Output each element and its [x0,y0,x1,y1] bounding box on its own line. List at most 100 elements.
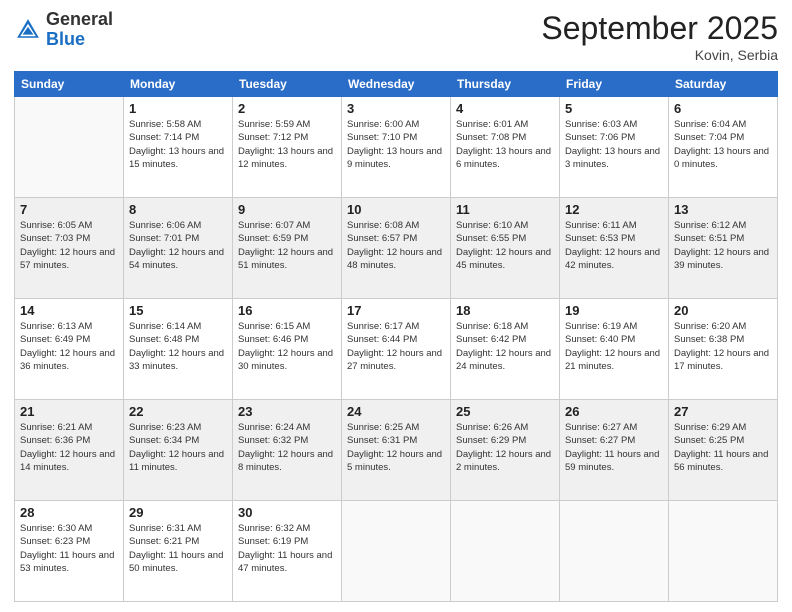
page: General Blue September 2025 Kovin, Serbi… [0,0,792,612]
calendar-cell [560,501,669,602]
calendar-cell [15,97,124,198]
calendar-cell: 23Sunrise: 6:24 AMSunset: 6:32 PMDayligh… [233,400,342,501]
day-info: Sunrise: 6:00 AMSunset: 7:10 PMDaylight:… [347,118,445,171]
logo: General Blue [14,10,113,50]
day-info: Sunrise: 6:15 AMSunset: 6:46 PMDaylight:… [238,320,336,373]
calendar-cell: 21 Sunrise: 6:21 AMSunset: 6:36 PMDayligh… [15,400,124,501]
calendar-week-row: 21 Sunrise: 6:21 AMSunset: 6:36 PMDayligh… [15,400,778,501]
day-info: Sunrise: 6:17 AMSunset: 6:44 PMDaylight:… [347,320,445,373]
calendar-cell: 1Sunrise: 5:58 AMSunset: 7:14 PMDaylight… [124,97,233,198]
header-sunday: Sunday [15,72,124,97]
header-thursday: Thursday [451,72,560,97]
day-info: Sunrise: 6:06 AMSunset: 7:01 PMDaylight:… [129,219,227,272]
day-info: Sunrise: 6:32 AMSunset: 6:19 PMDaylight:… [238,522,336,575]
day-info: Sunrise: 5:59 AMSunset: 7:12 PMDaylight:… [238,118,336,171]
calendar-week-row: 1Sunrise: 5:58 AMSunset: 7:14 PMDaylight… [15,97,778,198]
day-info: Sunrise: 6:12 AMSunset: 6:51 PMDaylight:… [674,219,772,272]
calendar-cell: 25 Sunrise: 6:26 AMSunset: 6:29 PMDayligh… [451,400,560,501]
calendar-cell: 30 Sunrise: 6:32 AMSunset: 6:19 PMDayligh… [233,501,342,602]
day-info: Sunrise: 6:14 AMSunset: 6:48 PMDaylight:… [129,320,227,373]
location-subtitle: Kovin, Serbia [541,47,778,63]
header: General Blue September 2025 Kovin, Serbi… [14,10,778,63]
calendar-week-row: 28Sunrise: 6:30 AMSunset: 6:23 PMDayligh… [15,501,778,602]
calendar-cell: 18 Sunrise: 6:18 AMSunset: 6:42 PMDayligh… [451,299,560,400]
calendar-cell: 11 Sunrise: 6:10 AMSunset: 6:55 PMDayligh… [451,198,560,299]
day-number: 4 [456,101,554,116]
calendar-cell: 22 Sunrise: 6:23 AMSunset: 6:34 PMDayligh… [124,400,233,501]
day-number: 13 [674,202,772,217]
day-number: 16 [238,303,336,318]
header-friday: Friday [560,72,669,97]
day-number: 17 [347,303,445,318]
day-number: 30 [238,505,336,520]
header-tuesday: Tuesday [233,72,342,97]
weekday-header-row: Sunday Monday Tuesday Wednesday Thursday… [15,72,778,97]
day-number: 26 [565,404,663,419]
calendar-table: Sunday Monday Tuesday Wednesday Thursday… [14,71,778,602]
logo-general-text: General [46,9,113,29]
calendar-cell [451,501,560,602]
day-number: 22 [129,404,227,419]
calendar-cell: 12 Sunrise: 6:11 AMSunset: 6:53 PMDayligh… [560,198,669,299]
month-title: September 2025 [541,10,778,47]
calendar-cell: 24 Sunrise: 6:25 AMSunset: 6:31 PMDayligh… [342,400,451,501]
calendar-cell: 19 Sunrise: 6:19 AMSunset: 6:40 PMDayligh… [560,299,669,400]
day-info: Sunrise: 6:20 AMSunset: 6:38 PMDaylight:… [674,320,772,373]
day-info: Sunrise: 6:24 AMSunset: 6:32 PMDaylight:… [238,421,336,474]
day-number: 21 [20,404,118,419]
day-info: Sunrise: 6:08 AMSunset: 6:57 PMDaylight:… [347,219,445,272]
day-number: 11 [456,202,554,217]
day-info: Sunrise: 6:18 AMSunset: 6:42 PMDaylight:… [456,320,554,373]
day-info: Sunrise: 6:23 AMSunset: 6:34 PMDaylight:… [129,421,227,474]
logo-icon [14,16,42,44]
calendar-cell: 3Sunrise: 6:00 AMSunset: 7:10 PMDaylight… [342,97,451,198]
title-block: September 2025 Kovin, Serbia [541,10,778,63]
logo-text: General Blue [46,10,113,50]
day-number: 15 [129,303,227,318]
day-number: 25 [456,404,554,419]
calendar-cell: 15 Sunrise: 6:14 AMSunset: 6:48 PMDayligh… [124,299,233,400]
day-info: Sunrise: 5:58 AMSunset: 7:14 PMDaylight:… [129,118,227,171]
day-info: Sunrise: 6:04 AMSunset: 7:04 PMDaylight:… [674,118,772,171]
day-number: 7 [20,202,118,217]
day-number: 9 [238,202,336,217]
day-number: 5 [565,101,663,116]
logo-blue-text: Blue [46,29,85,49]
day-info: Sunrise: 6:26 AMSunset: 6:29 PMDaylight:… [456,421,554,474]
day-info: Sunrise: 6:10 AMSunset: 6:55 PMDaylight:… [456,219,554,272]
day-number: 20 [674,303,772,318]
calendar-cell: 10Sunrise: 6:08 AMSunset: 6:57 PMDayligh… [342,198,451,299]
calendar-cell: 14Sunrise: 6:13 AMSunset: 6:49 PMDayligh… [15,299,124,400]
calendar-cell: 7 Sunrise: 6:05 AMSunset: 7:03 PMDaylight… [15,198,124,299]
day-number: 27 [674,404,772,419]
calendar-cell: 26 Sunrise: 6:27 AMSunset: 6:27 PMDayligh… [560,400,669,501]
day-info: Sunrise: 6:07 AMSunset: 6:59 PMDaylight:… [238,219,336,272]
calendar-cell: 29Sunrise: 6:31 AMSunset: 6:21 PMDayligh… [124,501,233,602]
calendar-cell: 4 Sunrise: 6:01 AMSunset: 7:08 PMDaylight… [451,97,560,198]
day-info: Sunrise: 6:21 AMSunset: 6:36 PMDaylight:… [20,421,118,474]
calendar-cell: 6 Sunrise: 6:04 AMSunset: 7:04 PMDaylight… [669,97,778,198]
day-info: Sunrise: 6:19 AMSunset: 6:40 PMDaylight:… [565,320,663,373]
day-number: 24 [347,404,445,419]
day-info: Sunrise: 6:03 AMSunset: 7:06 PMDaylight:… [565,118,663,171]
day-number: 14 [20,303,118,318]
calendar-cell: 16 Sunrise: 6:15 AMSunset: 6:46 PMDayligh… [233,299,342,400]
calendar-cell: 9 Sunrise: 6:07 AMSunset: 6:59 PMDaylight… [233,198,342,299]
header-monday: Monday [124,72,233,97]
day-number: 6 [674,101,772,116]
day-number: 19 [565,303,663,318]
day-info: Sunrise: 6:31 AMSunset: 6:21 PMDaylight:… [129,522,227,575]
day-info: Sunrise: 6:25 AMSunset: 6:31 PMDaylight:… [347,421,445,474]
day-info: Sunrise: 6:05 AMSunset: 7:03 PMDaylight:… [20,219,118,272]
header-wednesday: Wednesday [342,72,451,97]
day-number: 8 [129,202,227,217]
header-saturday: Saturday [669,72,778,97]
calendar-cell: 13 Sunrise: 6:12 AMSunset: 6:51 PMDayligh… [669,198,778,299]
day-info: Sunrise: 6:11 AMSunset: 6:53 PMDaylight:… [565,219,663,272]
day-info: Sunrise: 6:29 AMSunset: 6:25 PMDaylight:… [674,421,772,474]
day-number: 2 [238,101,336,116]
day-info: Sunrise: 6:01 AMSunset: 7:08 PMDaylight:… [456,118,554,171]
day-info: Sunrise: 6:27 AMSunset: 6:27 PMDaylight:… [565,421,663,474]
day-number: 18 [456,303,554,318]
day-number: 12 [565,202,663,217]
